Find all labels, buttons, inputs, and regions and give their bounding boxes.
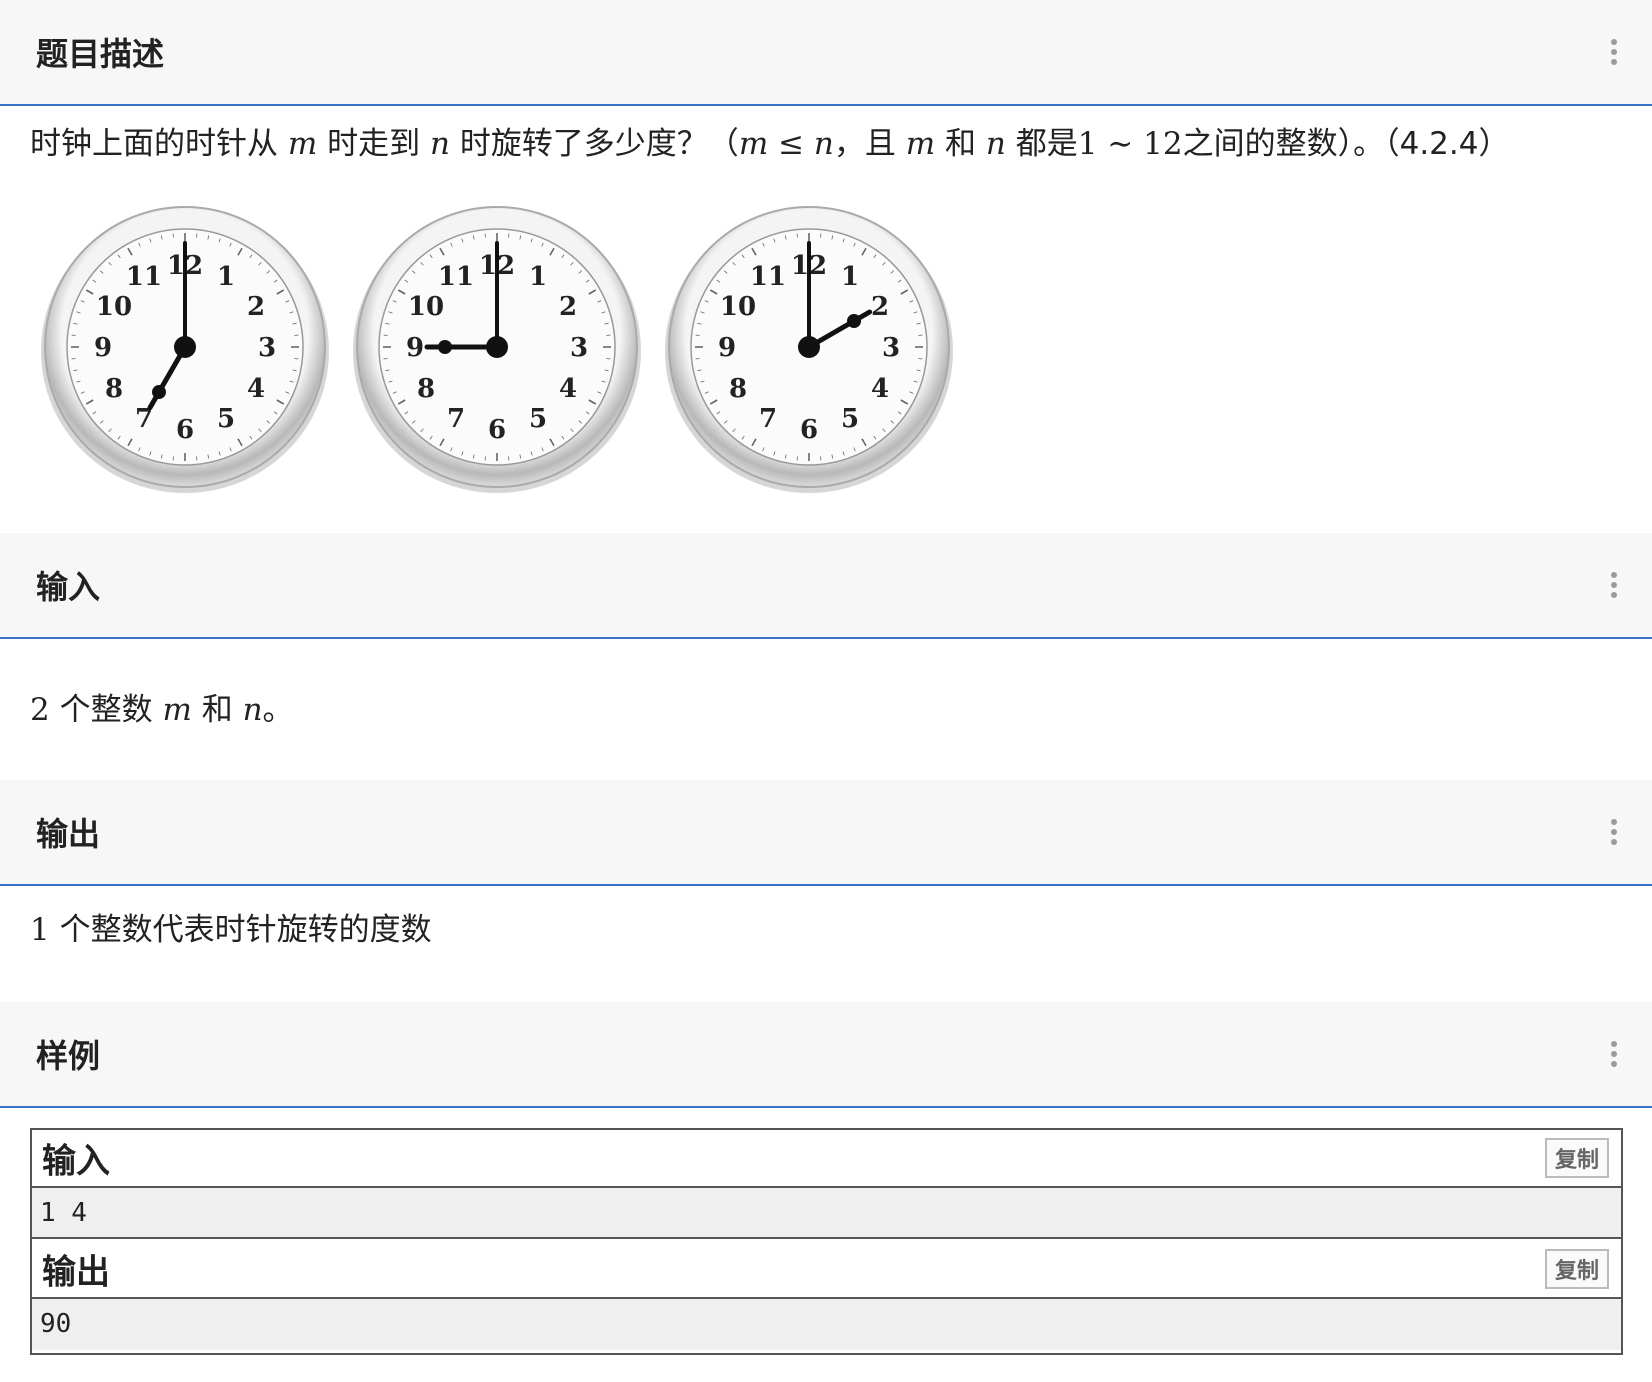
clock-numeral: 6 — [488, 415, 506, 445]
clock-numeral: 8 — [729, 374, 747, 404]
sample-output-header: 输出 复制 — [32, 1241, 1621, 1299]
clock-numeral: 11 — [126, 262, 162, 292]
clock-two-oclock: 121234567891011 — [665, 206, 953, 493]
input-menu-icon[interactable] — [1610, 572, 1618, 598]
description-header: 题目描述 — [0, 0, 1652, 106]
clock-numeral: 10 — [96, 292, 132, 322]
hour-hand-tip — [438, 340, 452, 354]
clock-hub — [486, 336, 508, 358]
clock-numeral: 5 — [529, 404, 547, 434]
clock-numeral: 10 — [720, 292, 756, 322]
sample-input-value: 1 4 — [32, 1188, 1621, 1239]
copy-input-button[interactable]: 复制 — [1544, 1138, 1609, 1178]
sample-box: 输入 复制 1 4 输出 复制 90 — [30, 1128, 1623, 1355]
clock-numeral: 3 — [570, 333, 588, 363]
description-title: 题目描述 — [36, 35, 165, 73]
clock-numeral: 4 — [247, 374, 265, 404]
clock-nine-oclock: 121234567891011 — [353, 206, 641, 493]
description-menu-icon[interactable] — [1610, 39, 1618, 65]
clock-numeral: 2 — [559, 292, 577, 322]
sample-output-label: 输出 — [42, 1252, 110, 1293]
clock-numeral: 5 — [217, 404, 235, 434]
input-title: 输入 — [36, 568, 101, 606]
clock-numeral: 2 — [871, 292, 889, 322]
clock-numeral: 10 — [408, 292, 444, 322]
clock-numeral: 9 — [94, 333, 112, 363]
sample-output-value: 90 — [32, 1299, 1621, 1350]
clock-numeral: 9 — [718, 333, 736, 363]
clock-numeral: 2 — [247, 292, 265, 322]
output-title: 输出 — [36, 815, 101, 853]
clock-numeral: 1 — [841, 262, 859, 292]
clock-numeral: 6 — [800, 415, 818, 445]
clock-hub — [174, 336, 196, 358]
clock-numeral: 7 — [759, 404, 777, 434]
sample-header: 样例 — [0, 1002, 1652, 1108]
sample-input-label: 输入 — [42, 1141, 110, 1182]
clock-numeral: 3 — [258, 333, 276, 363]
sample-menu-icon[interactable] — [1610, 1041, 1618, 1067]
clock-numeral: 4 — [871, 374, 889, 404]
clock-hub — [798, 336, 820, 358]
sample-title: 样例 — [36, 1037, 101, 1075]
clock-numeral: 7 — [447, 404, 465, 434]
clock-numeral: 11 — [438, 262, 474, 292]
clock-numeral: 9 — [406, 333, 424, 363]
clock-numeral: 3 — [882, 333, 900, 363]
sample-input-header: 输入 复制 — [32, 1130, 1621, 1188]
output-text: 1 个整数代表时针旋转的度数 — [30, 912, 432, 948]
hour-hand-tip — [847, 314, 862, 328]
clock-numeral: 4 — [559, 374, 577, 404]
description-text: 时钟上面的时针从 m 时走到 n 时旋转了多少度？（m ≤ n，且 m 和 n … — [30, 126, 1510, 162]
clock-numeral: 1 — [217, 262, 235, 292]
clock-numeral: 11 — [750, 262, 786, 292]
clock-images: 121234567891011 121234567891011 12123456… — [30, 205, 1020, 515]
output-header: 输出 — [0, 780, 1652, 886]
hour-hand-tip — [152, 385, 166, 400]
output-menu-icon[interactable] — [1610, 819, 1618, 845]
input-header: 输入 — [0, 533, 1652, 639]
clock-numeral: 8 — [417, 374, 435, 404]
copy-output-button[interactable]: 复制 — [1544, 1249, 1609, 1289]
input-text: 2 个整数 m 和 n。 — [30, 692, 294, 728]
clock-numeral: 6 — [176, 415, 194, 445]
clock-numeral: 5 — [841, 404, 859, 434]
clock-numeral: 1 — [529, 262, 547, 292]
clock-seven-oclock: 121234567891011 — [41, 206, 329, 493]
clock-numeral: 8 — [105, 374, 123, 404]
